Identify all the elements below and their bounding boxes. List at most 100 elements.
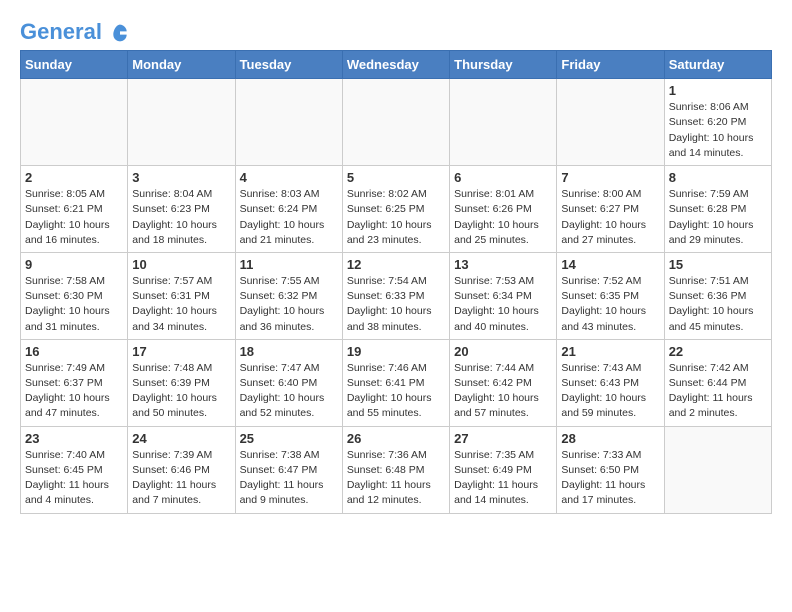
day-info: Sunrise: 7:55 AM Sunset: 6:32 PM Dayligh… xyxy=(240,274,338,335)
calendar-cell: 21 Sunrise: 7:43 AM Sunset: 6:43 PM Dayli… xyxy=(557,339,664,426)
calendar-cell: 20Sunrise: 7:44 AM Sunset: 6:42 PM Dayli… xyxy=(450,339,557,426)
calendar-cell: 2 Sunrise: 8:05 AM Sunset: 6:21 PM Daylig… xyxy=(21,166,128,253)
day-info: Sunrise: 7:57 AM Sunset: 6:31 PM Dayligh… xyxy=(132,274,230,335)
calendar-cell: 25 Sunrise: 7:38 AM Sunset: 6:47 PM Dayli… xyxy=(235,426,342,513)
day-info: Sunrise: 7:43 AM Sunset: 6:43 PM Dayligh… xyxy=(561,361,659,422)
day-info: Sunrise: 7:44 AM Sunset: 6:42 PM Dayligh… xyxy=(454,361,552,422)
day-number: 15 xyxy=(669,257,767,272)
day-info: Sunrise: 7:39 AM Sunset: 6:46 PM Dayligh… xyxy=(132,448,230,509)
calendar-cell: 6 Sunrise: 8:01 AM Sunset: 6:26 PM Daylig… xyxy=(450,166,557,253)
calendar-cell: 3 Sunrise: 8:04 AM Sunset: 6:23 PM Daylig… xyxy=(128,166,235,253)
calendar-header: SundayMondayTuesdayWednesdayThursdayFrid… xyxy=(21,51,772,79)
calendar-cell xyxy=(128,79,235,166)
calendar-cell xyxy=(235,79,342,166)
calendar-cell: 17Sunrise: 7:48 AM Sunset: 6:39 PM Dayli… xyxy=(128,339,235,426)
header-day-wednesday: Wednesday xyxy=(342,51,449,79)
calendar-cell: 14 Sunrise: 7:52 AM Sunset: 6:35 PM Dayli… xyxy=(557,252,664,339)
calendar-cell: 8 Sunrise: 7:59 AM Sunset: 6:28 PM Daylig… xyxy=(664,166,771,253)
day-number: 4 xyxy=(240,170,338,185)
day-number: 26 xyxy=(347,431,445,446)
day-info: Sunrise: 7:49 AM Sunset: 6:37 PM Dayligh… xyxy=(25,361,123,422)
week-row-2: 2 Sunrise: 8:05 AM Sunset: 6:21 PM Daylig… xyxy=(21,166,772,253)
calendar-cell: 7 Sunrise: 8:00 AM Sunset: 6:27 PM Daylig… xyxy=(557,166,664,253)
day-number: 21 xyxy=(561,344,659,359)
week-row-3: 9 Sunrise: 7:58 AM Sunset: 6:30 PM Daylig… xyxy=(21,252,772,339)
header-day-sunday: Sunday xyxy=(21,51,128,79)
day-info: Sunrise: 8:05 AM Sunset: 6:21 PM Dayligh… xyxy=(25,187,123,248)
week-row-5: 23Sunrise: 7:40 AM Sunset: 6:45 PM Dayli… xyxy=(21,426,772,513)
day-number: 2 xyxy=(25,170,123,185)
day-number: 24 xyxy=(132,431,230,446)
calendar-cell: 16 Sunrise: 7:49 AM Sunset: 6:37 PM Dayli… xyxy=(21,339,128,426)
day-number: 14 xyxy=(561,257,659,272)
day-info: Sunrise: 7:36 AM Sunset: 6:48 PM Dayligh… xyxy=(347,448,445,509)
day-number: 28 xyxy=(561,431,659,446)
calendar-cell: 24 Sunrise: 7:39 AM Sunset: 6:46 PM Dayli… xyxy=(128,426,235,513)
header-day-monday: Monday xyxy=(128,51,235,79)
day-number: 18 xyxy=(240,344,338,359)
calendar-cell: 27 Sunrise: 7:35 AM Sunset: 6:49 PM Dayli… xyxy=(450,426,557,513)
day-number: 3 xyxy=(132,170,230,185)
day-info: Sunrise: 7:48 AM Sunset: 6:39 PM Dayligh… xyxy=(132,361,230,422)
header-day-thursday: Thursday xyxy=(450,51,557,79)
calendar-table: SundayMondayTuesdayWednesdayThursdayFrid… xyxy=(20,50,772,513)
week-row-1: 1Sunrise: 8:06 AM Sunset: 6:20 PM Daylig… xyxy=(21,79,772,166)
calendar-cell: 12 Sunrise: 7:54 AM Sunset: 6:33 PM Dayli… xyxy=(342,252,449,339)
day-number: 13 xyxy=(454,257,552,272)
day-number: 19 xyxy=(347,344,445,359)
day-number: 8 xyxy=(669,170,767,185)
calendar-cell: 22Sunrise: 7:42 AM Sunset: 6:44 PM Dayli… xyxy=(664,339,771,426)
day-number: 7 xyxy=(561,170,659,185)
day-number: 23 xyxy=(25,431,123,446)
day-info: Sunrise: 7:58 AM Sunset: 6:30 PM Dayligh… xyxy=(25,274,123,335)
day-info: Sunrise: 7:52 AM Sunset: 6:35 PM Dayligh… xyxy=(561,274,659,335)
day-number: 22 xyxy=(669,344,767,359)
day-info: Sunrise: 8:01 AM Sunset: 6:26 PM Dayligh… xyxy=(454,187,552,248)
day-number: 16 xyxy=(25,344,123,359)
header-day-friday: Friday xyxy=(557,51,664,79)
day-number: 12 xyxy=(347,257,445,272)
header-day-saturday: Saturday xyxy=(664,51,771,79)
day-info: Sunrise: 7:46 AM Sunset: 6:41 PM Dayligh… xyxy=(347,361,445,422)
day-info: Sunrise: 7:59 AM Sunset: 6:28 PM Dayligh… xyxy=(669,187,767,248)
page-header: General xyxy=(20,20,772,40)
day-info: Sunrise: 7:38 AM Sunset: 6:47 PM Dayligh… xyxy=(240,448,338,509)
week-row-4: 16 Sunrise: 7:49 AM Sunset: 6:37 PM Dayli… xyxy=(21,339,772,426)
day-number: 6 xyxy=(454,170,552,185)
day-number: 11 xyxy=(240,257,338,272)
calendar-cell: 15 Sunrise: 7:51 AM Sunset: 6:36 PM Dayli… xyxy=(664,252,771,339)
calendar-cell: 18 Sunrise: 7:47 AM Sunset: 6:40 PM Dayli… xyxy=(235,339,342,426)
calendar-cell xyxy=(450,79,557,166)
day-info: Sunrise: 7:51 AM Sunset: 6:36 PM Dayligh… xyxy=(669,274,767,335)
logo: General xyxy=(20,20,130,40)
calendar-cell xyxy=(342,79,449,166)
calendar-cell xyxy=(664,426,771,513)
calendar-cell: 28Sunrise: 7:33 AM Sunset: 6:50 PM Dayli… xyxy=(557,426,664,513)
calendar-cell: 19 Sunrise: 7:46 AM Sunset: 6:41 PM Dayli… xyxy=(342,339,449,426)
logo-icon xyxy=(110,23,130,43)
calendar-cell: 9 Sunrise: 7:58 AM Sunset: 6:30 PM Daylig… xyxy=(21,252,128,339)
calendar-cell: 5Sunrise: 8:02 AM Sunset: 6:25 PM Daylig… xyxy=(342,166,449,253)
calendar-cell: 23Sunrise: 7:40 AM Sunset: 6:45 PM Dayli… xyxy=(21,426,128,513)
calendar-cell: 1Sunrise: 8:06 AM Sunset: 6:20 PM Daylig… xyxy=(664,79,771,166)
day-info: Sunrise: 7:54 AM Sunset: 6:33 PM Dayligh… xyxy=(347,274,445,335)
day-info: Sunrise: 8:04 AM Sunset: 6:23 PM Dayligh… xyxy=(132,187,230,248)
calendar-cell xyxy=(21,79,128,166)
day-number: 1 xyxy=(669,83,767,98)
calendar-cell: 26 Sunrise: 7:36 AM Sunset: 6:48 PM Dayli… xyxy=(342,426,449,513)
calendar-cell: 13 Sunrise: 7:53 AM Sunset: 6:34 PM Dayli… xyxy=(450,252,557,339)
day-number: 27 xyxy=(454,431,552,446)
day-info: Sunrise: 8:00 AM Sunset: 6:27 PM Dayligh… xyxy=(561,187,659,248)
day-info: Sunrise: 7:47 AM Sunset: 6:40 PM Dayligh… xyxy=(240,361,338,422)
day-number: 9 xyxy=(25,257,123,272)
calendar-cell: 11 Sunrise: 7:55 AM Sunset: 6:32 PM Dayli… xyxy=(235,252,342,339)
day-number: 10 xyxy=(132,257,230,272)
calendar-cell: 4 Sunrise: 8:03 AM Sunset: 6:24 PM Daylig… xyxy=(235,166,342,253)
day-number: 5 xyxy=(347,170,445,185)
day-info: Sunrise: 7:53 AM Sunset: 6:34 PM Dayligh… xyxy=(454,274,552,335)
day-number: 25 xyxy=(240,431,338,446)
calendar-cell xyxy=(557,79,664,166)
header-day-tuesday: Tuesday xyxy=(235,51,342,79)
day-info: Sunrise: 8:03 AM Sunset: 6:24 PM Dayligh… xyxy=(240,187,338,248)
day-info: Sunrise: 7:35 AM Sunset: 6:49 PM Dayligh… xyxy=(454,448,552,509)
